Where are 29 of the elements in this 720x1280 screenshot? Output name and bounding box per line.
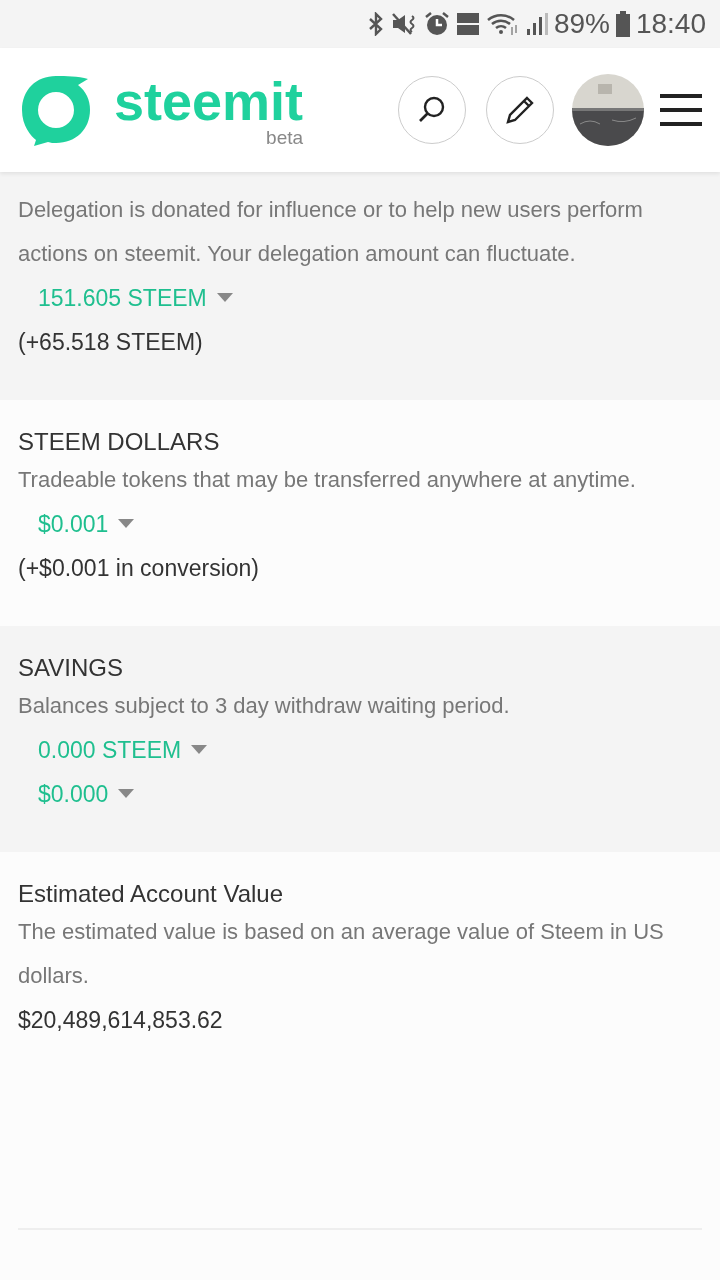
signal-icon [524, 11, 549, 37]
section-title: SAVINGS [18, 654, 124, 682]
caret-icon [118, 519, 135, 529]
section-description: Balances subject to 3 day withdraw waiting period. [18, 692, 511, 720]
section-description: Tradeable tokens that may be transferred anywhere at anytime. [18, 466, 637, 494]
amount-dropdown[interactable]: 0.000 STEEM [18, 728, 208, 772]
menu-button[interactable] [660, 93, 702, 127]
caret-icon [118, 789, 135, 799]
section-description: The estimated value is based on an average value of Steem in US dollars. [18, 918, 665, 990]
account-value: $20,489,614,853.62 [18, 1006, 224, 1035]
amount-note: (+$0.001 in conversion) [18, 554, 260, 583]
alarm-icon [423, 11, 450, 37]
logo-wordmark[interactable]: steemit [114, 73, 304, 128]
caret-icon [216, 293, 233, 303]
clock: 18:40 [635, 8, 706, 40]
section-title: Estimated Account Value [18, 880, 285, 908]
battery-percentage: 89% [553, 8, 610, 40]
battery-icon [614, 10, 631, 38]
section-title: STEEM DOLLARS [18, 428, 221, 456]
pencil-icon [505, 95, 535, 125]
amount-dropdown[interactable]: $0.001 [18, 502, 135, 546]
amount-note: (+65.518 STEEM) [18, 328, 204, 357]
amount-dropdown[interactable]: $0.000 [18, 772, 135, 816]
amount-dropdown[interactable]: 151.605 STEEM [18, 276, 233, 320]
wifi-icon [485, 11, 520, 37]
section-description: Delegation is donated for influence or to help new users perform actions on steemit. Your delegation amount can fluctuate. [18, 196, 644, 268]
beta-label: beta [266, 127, 304, 147]
caret-icon [191, 745, 208, 755]
menu-icon [660, 93, 702, 127]
